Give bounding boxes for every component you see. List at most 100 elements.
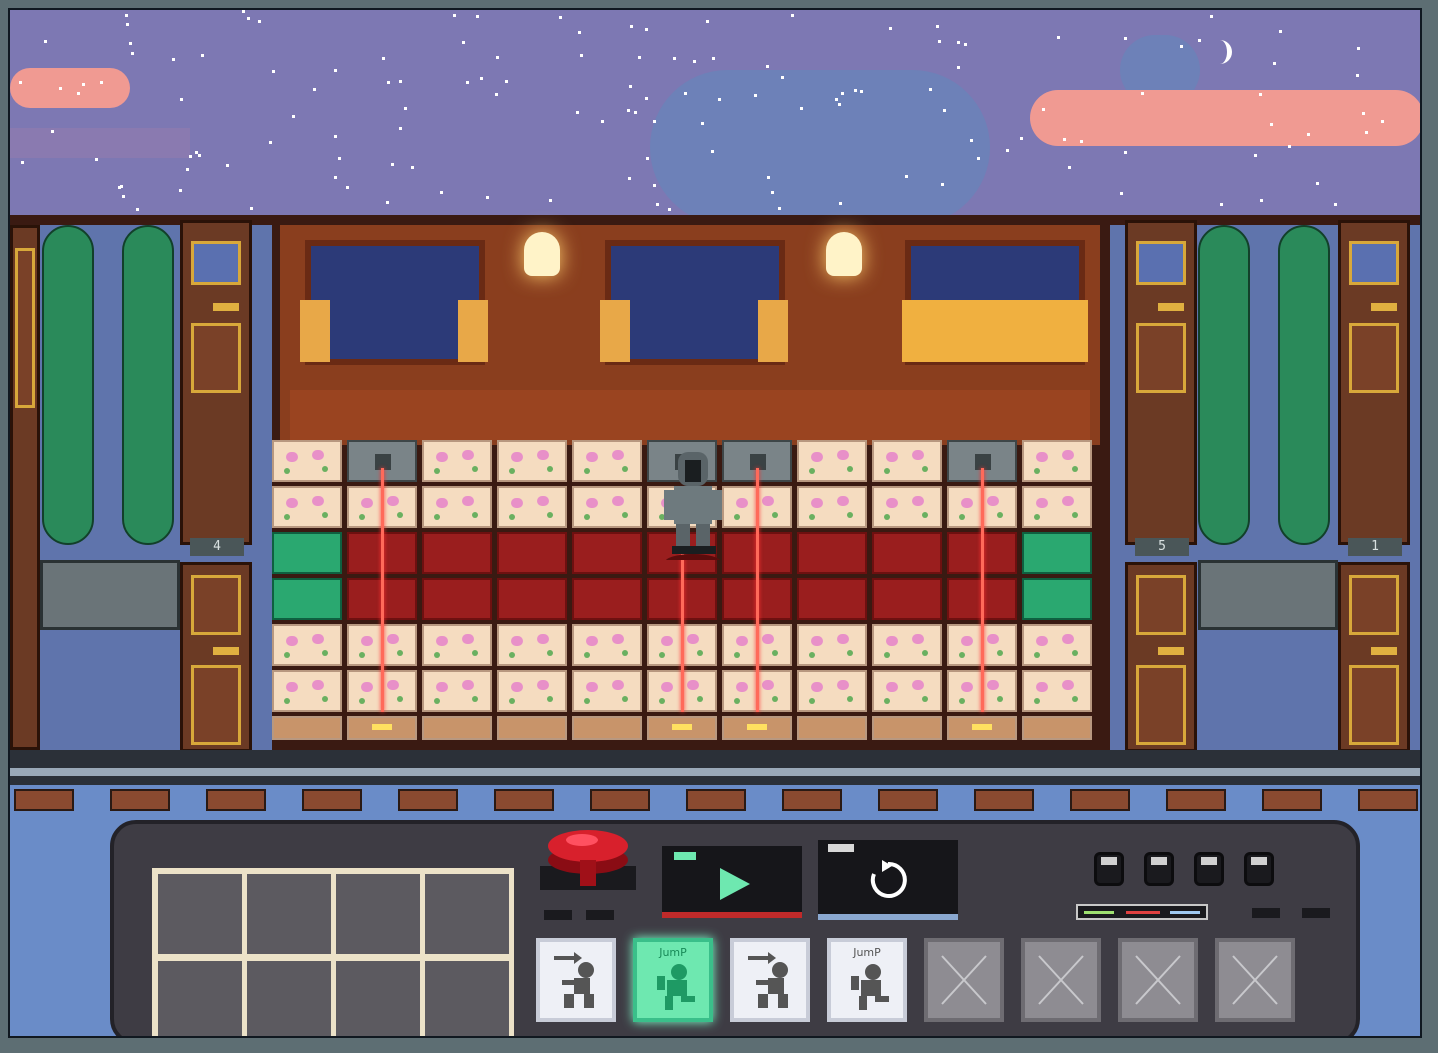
star <box>258 20 261 23</box>
carpet-tile <box>797 532 867 574</box>
floral-tile <box>572 486 642 528</box>
flower-pattern <box>959 514 965 520</box>
star <box>638 56 641 59</box>
star <box>854 89 857 92</box>
knob-1[interactable] <box>1094 852 1124 886</box>
rail <box>10 768 1420 776</box>
flower-pattern <box>922 650 928 656</box>
goal-tile <box>272 578 342 620</box>
flower-pattern <box>772 696 778 702</box>
inventory-slot[interactable] <box>158 874 242 954</box>
floral-tile <box>797 440 867 482</box>
flower-pattern <box>997 512 1003 518</box>
star <box>453 14 456 17</box>
flower-pattern <box>659 652 665 658</box>
flower-pattern <box>586 682 598 692</box>
flower-pattern <box>584 698 590 704</box>
command-slot-empty[interactable] <box>1215 938 1295 1022</box>
floral-tile <box>422 486 492 528</box>
command-card-jump[interactable]: JumP <box>827 938 907 1022</box>
star <box>938 40 941 43</box>
star <box>684 92 687 95</box>
flower-pattern <box>397 650 403 656</box>
inventory-slot[interactable] <box>336 961 420 1036</box>
flower-pattern <box>987 680 999 690</box>
flower-pattern <box>912 496 924 506</box>
curtain-1a <box>300 300 330 362</box>
flower-pattern <box>734 652 740 658</box>
laser-beam <box>756 468 759 712</box>
play-button[interactable] <box>662 846 802 918</box>
star <box>292 115 295 118</box>
flower-pattern <box>1036 452 1048 462</box>
star <box>386 201 389 204</box>
star <box>480 77 483 80</box>
star <box>1210 15 1213 18</box>
flower-pattern <box>884 652 890 658</box>
flower-pattern <box>736 498 748 508</box>
flower-pattern <box>547 696 553 702</box>
star <box>1180 45 1183 48</box>
wall-lamp-1 <box>524 232 560 276</box>
flower-pattern <box>612 634 624 644</box>
command-card-jump[interactable]: JumP <box>633 938 713 1022</box>
flower-pattern <box>809 468 815 474</box>
command-card-move[interactable] <box>730 938 810 1022</box>
flower-pattern <box>884 468 890 474</box>
star <box>411 166 414 169</box>
star <box>387 81 390 84</box>
star <box>186 168 189 171</box>
knob-2[interactable] <box>1144 852 1174 886</box>
star <box>272 70 275 73</box>
flower-pattern <box>1072 696 1078 702</box>
flower-pattern <box>397 696 403 702</box>
flower-pattern <box>361 636 373 646</box>
floral-tile <box>497 670 567 712</box>
floral-tile <box>872 440 942 482</box>
door-right-lower <box>1125 562 1197 752</box>
flower-pattern <box>622 466 628 472</box>
command-slot-empty[interactable] <box>1118 938 1198 1022</box>
flower-pattern <box>286 636 298 646</box>
inventory-slot[interactable] <box>158 961 242 1036</box>
inventory-slot[interactable] <box>425 961 509 1036</box>
command-slot-empty[interactable] <box>924 938 1004 1022</box>
inventory-slot[interactable] <box>247 961 331 1036</box>
star <box>334 69 337 72</box>
goal-tile <box>272 532 342 574</box>
flower-pattern <box>912 634 924 644</box>
star <box>646 157 649 160</box>
flower-pattern <box>472 650 478 656</box>
command-card-move[interactable] <box>536 938 616 1022</box>
inventory-slot[interactable] <box>336 874 420 954</box>
play-triangle-icon <box>720 868 750 900</box>
knob-3[interactable] <box>1194 852 1224 886</box>
inventory-slot[interactable] <box>247 874 331 954</box>
base-tile <box>422 716 492 740</box>
big-red-button[interactable] <box>534 824 636 890</box>
run-right-icon <box>554 952 594 1008</box>
star <box>653 120 656 123</box>
big-red-button-icon <box>540 830 636 890</box>
reset-led <box>828 844 854 852</box>
floral-tile <box>572 670 642 712</box>
star <box>628 177 631 180</box>
star <box>1254 154 1257 157</box>
flower-pattern <box>922 696 928 702</box>
command-slot-empty[interactable] <box>1021 938 1101 1022</box>
inventory-slot[interactable] <box>425 874 509 954</box>
star <box>100 81 103 84</box>
flower-pattern <box>886 636 898 646</box>
star <box>576 111 579 114</box>
flower-pattern <box>361 682 373 692</box>
track-sleeper <box>1166 789 1226 811</box>
flower-pattern <box>884 698 890 704</box>
curtain-2b <box>758 300 788 362</box>
flower-pattern <box>511 682 523 692</box>
carpet-tile <box>497 578 567 620</box>
reset-button[interactable] <box>818 840 958 920</box>
star <box>1381 120 1384 123</box>
knob-4[interactable] <box>1244 852 1274 886</box>
star <box>1362 112 1365 115</box>
star <box>627 109 630 112</box>
